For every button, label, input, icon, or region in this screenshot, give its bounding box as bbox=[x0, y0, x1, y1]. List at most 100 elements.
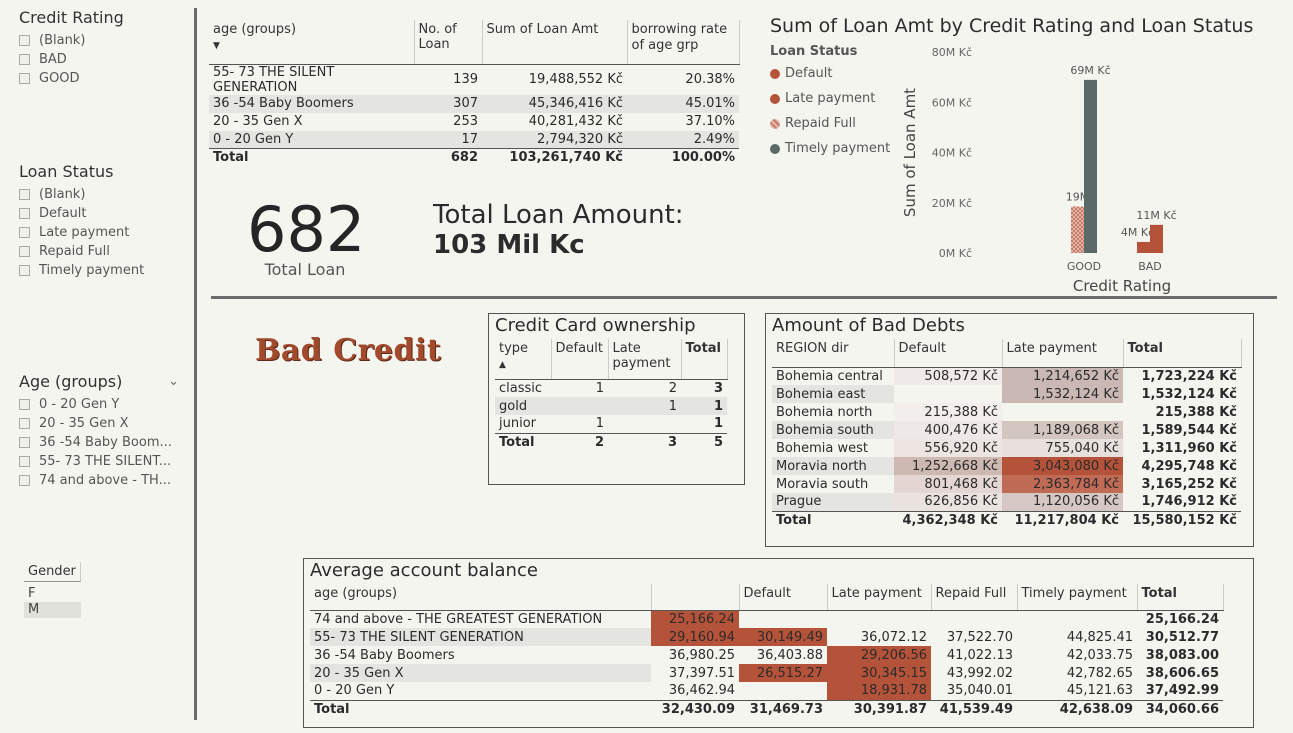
legend-item[interactable]: Late payment bbox=[770, 86, 890, 111]
slicer-option[interactable]: (Blank) bbox=[19, 185, 144, 204]
column-header[interactable] bbox=[651, 584, 740, 611]
table-cell: 15,580,152 Kč bbox=[1123, 510, 1241, 529]
slicer-option[interactable]: GOOD bbox=[19, 69, 124, 88]
bar-default-bad[interactable] bbox=[1137, 241, 1150, 253]
bar-chart: 0M Kč 20M Kč 40M Kč 60M Kč 80M Kč Sum of Loan… bbox=[901, 46, 1177, 295]
table-row[interactable]: 0 - 20 Gen Y 17 2,794,320 Kč 2.49% bbox=[209, 130, 739, 149]
slicer-option-label: Repaid Full bbox=[39, 244, 110, 259]
slicer-option[interactable]: 74 and above - TH... bbox=[19, 471, 179, 490]
slicer-option[interactable]: M bbox=[24, 602, 81, 618]
credit-card-ownership-panel: Credit Card ownership type ▲ Default Late… bbox=[488, 313, 745, 485]
checkbox-icon[interactable] bbox=[19, 208, 30, 219]
table-row[interactable]: Moravia south 801,468 Kč 2,363,784 Kč 3,165… bbox=[772, 475, 1241, 493]
table-cell: 215,388 Kč bbox=[1155, 404, 1237, 420]
column-header[interactable]: age (groups) bbox=[310, 584, 652, 611]
column-header[interactable]: Default bbox=[894, 339, 1003, 368]
table-cell: Moravia north bbox=[772, 457, 894, 475]
slicer-gender: Gender FM bbox=[24, 562, 81, 618]
table-cell: Bohemia central bbox=[776, 368, 883, 384]
slicer-option-label: 55- 73 THE SILENT... bbox=[39, 454, 172, 469]
column-header[interactable]: Repaid Full bbox=[931, 584, 1018, 611]
table-row[interactable]: Moravia north 1,252,668 Kč 3,043,080 Kč 4,2… bbox=[772, 457, 1241, 475]
slicer-title: Loan Status bbox=[19, 162, 114, 181]
column-header[interactable]: type ▲ bbox=[495, 339, 552, 380]
table-cell: 30,149.49 bbox=[739, 628, 827, 646]
slicer-option[interactable]: Late payment bbox=[19, 223, 144, 242]
table-row[interactable]: gold 1 1 bbox=[495, 397, 727, 415]
table-cell: 1 bbox=[713, 416, 723, 432]
column-header[interactable]: Timely payment bbox=[1017, 584, 1138, 611]
table-cell: 37.10% bbox=[685, 114, 735, 129]
table-row[interactable]: 36 -54 Baby Boomers 307 45,346,416 Kč 45.01… bbox=[209, 94, 739, 113]
slicer-option[interactable]: 0 - 20 Gen Y bbox=[19, 395, 179, 414]
slicer-title: Gender bbox=[24, 562, 81, 582]
table-row[interactable]: 36 -54 Baby Boomers 36,980.25 36,403.88 29,… bbox=[310, 646, 1223, 664]
checkbox-icon[interactable] bbox=[19, 456, 30, 467]
table-cell bbox=[739, 610, 827, 628]
column-header[interactable]: REGION dir bbox=[772, 339, 895, 368]
column-header[interactable]: Sum of Loan Amt bbox=[482, 20, 628, 65]
slicer-option[interactable]: BAD bbox=[19, 50, 124, 69]
table-row[interactable]: Bohemia west 556,920 Kč 755,040 Kč 1,311,96… bbox=[772, 439, 1241, 457]
checkbox-icon[interactable] bbox=[19, 73, 30, 84]
checkbox-icon[interactable] bbox=[19, 437, 30, 448]
column-header[interactable]: Default bbox=[739, 584, 828, 611]
bar-repaid-full-good[interactable] bbox=[1071, 206, 1084, 253]
slicer-option[interactable]: Repaid Full bbox=[19, 242, 144, 261]
checkbox-icon[interactable] bbox=[19, 399, 30, 410]
checkbox-icon[interactable] bbox=[19, 227, 30, 238]
chevron-down-icon[interactable]: ⌄ bbox=[168, 374, 179, 389]
table-row[interactable]: Bohemia north 215,388 Kč 215,388 Kč bbox=[772, 403, 1241, 421]
total-row: Total 32,430.09 31,469.73 30,391.87 41,539.4… bbox=[310, 699, 1223, 718]
table-cell: 41,022.13 bbox=[946, 647, 1013, 663]
table-row[interactable]: Bohemia east 1,532,124 Kč 1,532,124 Kč bbox=[772, 385, 1241, 403]
table-cell: 40,281,432 Kč bbox=[528, 114, 623, 129]
bar-timely-payment-good[interactable] bbox=[1084, 79, 1097, 253]
slicer-option[interactable]: F bbox=[24, 586, 81, 602]
column-header[interactable]: Total bbox=[1123, 339, 1242, 368]
slicer-option[interactable]: Default bbox=[19, 204, 144, 223]
table-row[interactable]: 55- 73 THE SILENT GENERATION 139 19,488,55… bbox=[209, 64, 739, 95]
checkbox-icon[interactable] bbox=[19, 54, 30, 65]
table-row[interactable]: classic 1 2 3 bbox=[495, 379, 727, 397]
checkbox-icon[interactable] bbox=[19, 265, 30, 276]
table-cell bbox=[1017, 610, 1137, 628]
legend-item[interactable]: Timely payment bbox=[770, 136, 890, 161]
table-cell: 139 bbox=[453, 72, 478, 87]
column-header[interactable]: Late payment bbox=[827, 584, 932, 611]
column-header[interactable]: Total bbox=[1137, 584, 1224, 611]
slicer-option[interactable]: Timely payment bbox=[19, 261, 144, 280]
table-row[interactable]: 74 and above - THE GREATEST GENERATION 25… bbox=[310, 610, 1223, 628]
column-header[interactable]: Late payment bbox=[1002, 339, 1124, 368]
column-header[interactable]: borrowing rate of age grp bbox=[627, 20, 740, 65]
slicer-option[interactable]: (Blank) bbox=[19, 31, 124, 50]
column-header[interactable]: Total bbox=[681, 339, 728, 380]
table-row[interactable]: Bohemia central 508,572 Kč 1,214,652 Kč 1,7… bbox=[772, 367, 1241, 385]
slicer-title: Age (groups) bbox=[19, 372, 123, 391]
slicer-option[interactable]: 55- 73 THE SILENT... bbox=[19, 452, 179, 471]
slicer-option[interactable]: 36 -54 Baby Boom... bbox=[19, 433, 179, 452]
checkbox-icon[interactable] bbox=[19, 35, 30, 46]
slicer-option[interactable]: 20 - 35 Gen X bbox=[19, 414, 179, 433]
table-row[interactable]: 20 - 35 Gen X 37,397.51 26,515.27 30,345.15… bbox=[310, 664, 1223, 682]
table-cell: 37,492.99 bbox=[1145, 683, 1219, 699]
checkbox-icon[interactable] bbox=[19, 418, 30, 429]
column-header[interactable]: age (groups) ▼ bbox=[209, 20, 415, 65]
column-header[interactable]: No. of Loan bbox=[414, 20, 483, 65]
table-cell: 2 bbox=[551, 432, 608, 451]
bar-late-payment-bad[interactable] bbox=[1150, 224, 1163, 253]
table-row[interactable]: 20 - 35 Gen X 253 40,281,432 Kč 37.10% bbox=[209, 113, 739, 131]
checkbox-icon[interactable] bbox=[19, 475, 30, 486]
column-header[interactable]: Late payment bbox=[608, 339, 682, 380]
legend-item[interactable]: Default bbox=[770, 61, 890, 86]
column-header[interactable]: Default bbox=[551, 339, 609, 380]
table-cell: 30,512.77 bbox=[1145, 629, 1219, 645]
table-row[interactable]: Prague 626,856 Kč 1,120,056 Kč 1,746,912 Kč bbox=[772, 493, 1241, 511]
checkbox-icon[interactable] bbox=[19, 246, 30, 257]
table-row[interactable]: Bohemia south 400,476 Kč 1,189,068 Kč 1,589… bbox=[772, 421, 1241, 439]
table-row[interactable]: 55- 73 THE SILENT GENERATION 29,160.94 30,… bbox=[310, 628, 1223, 646]
table-row[interactable]: 0 - 20 Gen Y 36,462.94 18,931.78 35,040.01 4… bbox=[310, 682, 1223, 700]
checkbox-icon[interactable] bbox=[19, 189, 30, 200]
legend-item[interactable]: Repaid Full bbox=[770, 111, 890, 136]
table-row[interactable]: junior 1 1 bbox=[495, 415, 727, 433]
